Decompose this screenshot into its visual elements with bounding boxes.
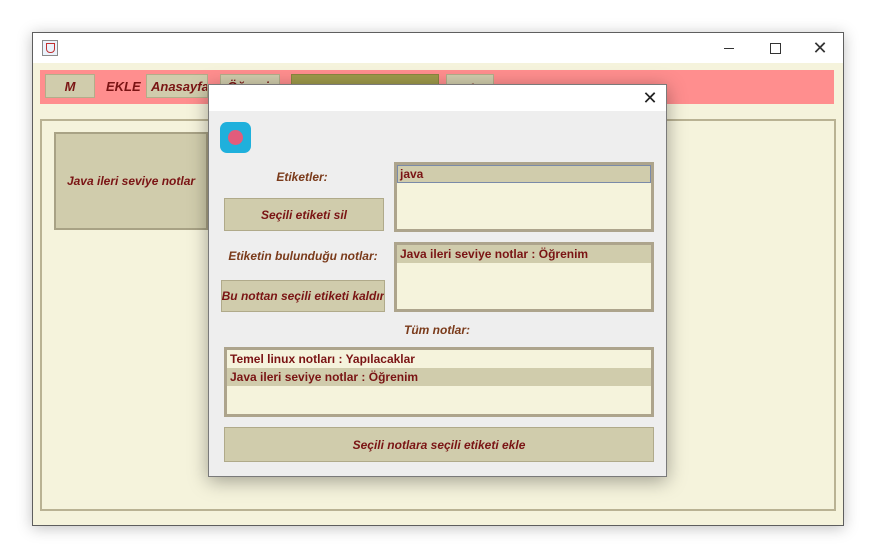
note-card[interactable]: Java ileri seviye notlar [54,132,208,230]
ekle-label[interactable]: EKLE [106,74,141,98]
list-item[interactable]: java [397,165,651,183]
list-item[interactable]: Java ileri seviye notlar : Öğrenim [397,245,651,263]
java-cup-icon [42,40,58,56]
list-item[interactable]: Java ileri seviye notlar : Öğrenim [227,368,651,386]
all-notes-list[interactable]: Temel linux notları : Yapılacaklar Java … [224,347,654,417]
close-icon[interactable]: ✕ [634,85,666,111]
dialog-title-bar: ✕ [209,85,666,111]
tag-notes-list[interactable]: Java ileri seviye notlar : Öğrenim [394,242,654,312]
list-item[interactable]: Temel linux notları : Yapılacaklar [227,350,651,368]
app-logo-icon [220,122,251,153]
close-window-button[interactable]: ✕ [797,33,843,63]
delete-tag-button[interactable]: Seçili etiketi sil [224,198,384,231]
tab-anasayfa[interactable]: Anasayfa [146,74,208,98]
minimize-button[interactable] [706,33,752,63]
all-notes-label: Tüm notlar: [404,323,470,337]
add-tag-button[interactable]: Seçili notlara seçili etiketi ekle [224,427,654,462]
tags-list[interactable]: java [394,162,654,232]
tag-dialog: ✕ Etiketler: Seçili etiketi sil java Eti… [208,84,667,477]
maximize-button[interactable] [752,33,798,63]
m-button[interactable]: M [45,74,95,98]
tag-notes-label: Etiketin bulunduğu notlar: [228,249,378,263]
title-bar: ✕ [33,33,843,63]
remove-tag-button[interactable]: Bu nottan seçili etiketi kaldır [221,280,385,312]
etiketler-label: Etiketler: [276,170,328,184]
